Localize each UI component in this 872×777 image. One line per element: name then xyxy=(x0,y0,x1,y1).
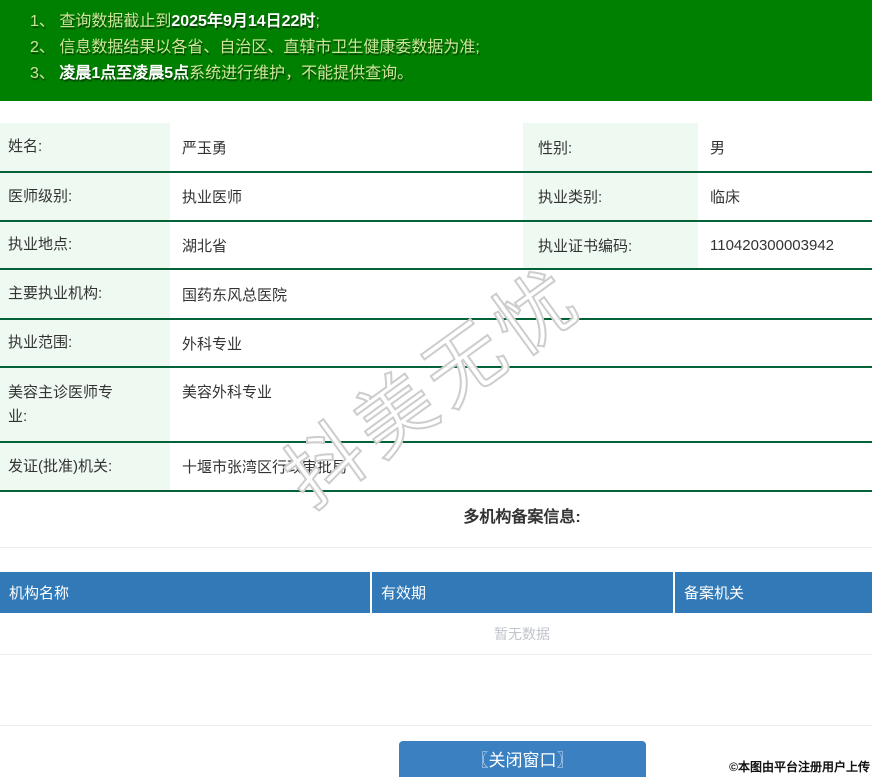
field-label-cosmetic-specialty: 美容主诊医师专 业: xyxy=(0,368,170,441)
table-row: 执业范围: 外科专业 xyxy=(0,320,872,368)
field-label-name: 姓名: xyxy=(0,123,170,171)
registry-table-header: 机构名称 有效期 备案机关 xyxy=(0,572,872,613)
close-window-button[interactable]: 〖关闭窗口〗 xyxy=(399,741,646,777)
notice-text: 3、 xyxy=(30,65,60,82)
field-value-practice-category: 临床 xyxy=(710,189,741,206)
field-label-main-institution: 主要执业机构: xyxy=(0,270,170,318)
notice-bold-text: 2025年9月14日22时 xyxy=(171,13,316,30)
notice-bold-text: 凌晨1点至凌晨5点 xyxy=(59,65,190,82)
notice-banner: 1、 查询数据截止到2025年9月14日22时; 2、 信息数据结果以各省、自治… xyxy=(0,0,872,101)
column-header-filing-authority: 备案机关 xyxy=(675,572,872,613)
notice-line: 3、 凌晨1点至凌晨5点系统进行维护，不能提供查询。 xyxy=(30,61,862,87)
field-value-practice-scope: 外科专业 xyxy=(182,335,243,353)
registry-section-title: 多机构备案信息: xyxy=(463,509,581,526)
field-value-main-institution: 国药东风总医院 xyxy=(182,286,288,304)
notice-text: 2、 信息数据结果以各省、自治区、直辖市卫生健康委数据为准; xyxy=(30,39,480,56)
notice-line: 2、 信息数据结果以各省、自治区、直辖市卫生健康委数据为准; xyxy=(30,35,862,61)
physician-info-table: 姓名: 严玉勇 性别: 男 医师级别: 执业医师 执业类别: 临床 执业地点: … xyxy=(0,123,872,492)
field-value-gender: 男 xyxy=(710,139,726,157)
notice-text: 系统进行维护，不能提供查询。 xyxy=(189,65,414,82)
field-label-certificate-number: 执业证书编码: xyxy=(523,222,698,268)
registry-empty-state: 暂无数据 xyxy=(0,613,872,655)
notice-line: 1、 查询数据截止到2025年9月14日22时; xyxy=(30,9,862,35)
field-label-practice-scope: 执业范围: xyxy=(0,320,170,366)
field-value-practice-location: 湖北省 xyxy=(182,237,228,255)
column-header-validity-period: 有效期 xyxy=(372,572,675,613)
notice-text: ; xyxy=(315,13,320,30)
field-value-issuing-authority: 十堰市张湾区行政审批局 xyxy=(182,459,348,476)
table-row: 姓名: 严玉勇 性别: 男 xyxy=(0,123,872,173)
field-label-practice-category: 执业类别: xyxy=(523,173,698,220)
table-row: 美容主诊医师专 业: 美容外科专业 xyxy=(0,368,872,443)
field-label-issuing-authority: 发证(批准)机关: xyxy=(0,443,170,490)
divider xyxy=(0,725,872,726)
table-row: 医师级别: 执业医师 执业类别: 临床 xyxy=(0,173,872,222)
table-row: 发证(批准)机关: 十堰市张湾区行政审批局 xyxy=(0,443,872,492)
divider xyxy=(0,547,872,548)
field-label-gender: 性别: xyxy=(523,123,698,171)
table-row: 执业地点: 湖北省 执业证书编码: 110420300003942 xyxy=(0,222,872,270)
field-value-doctor-level: 执业医师 xyxy=(182,189,243,206)
license-query-result-page: 1、 查询数据截止到2025年9月14日22时; 2、 信息数据结果以各省、自治… xyxy=(0,0,872,777)
field-label-practice-location: 执业地点: xyxy=(0,222,170,268)
field-value-cosmetic-specialty: 美容外科专业 xyxy=(182,384,273,401)
table-row: 主要执业机构: 国药东风总医院 xyxy=(0,270,872,320)
field-value-name: 严玉勇 xyxy=(182,139,228,157)
column-header-institution-name: 机构名称 xyxy=(0,572,372,613)
notice-text: 1、 查询数据截止到 xyxy=(30,13,172,30)
upload-credit-text: ©本图由平台注册用户上传 xyxy=(729,760,870,774)
field-value-certificate-number: 110420300003942 xyxy=(710,236,835,254)
field-label-doctor-level: 医师级别: xyxy=(0,173,170,220)
